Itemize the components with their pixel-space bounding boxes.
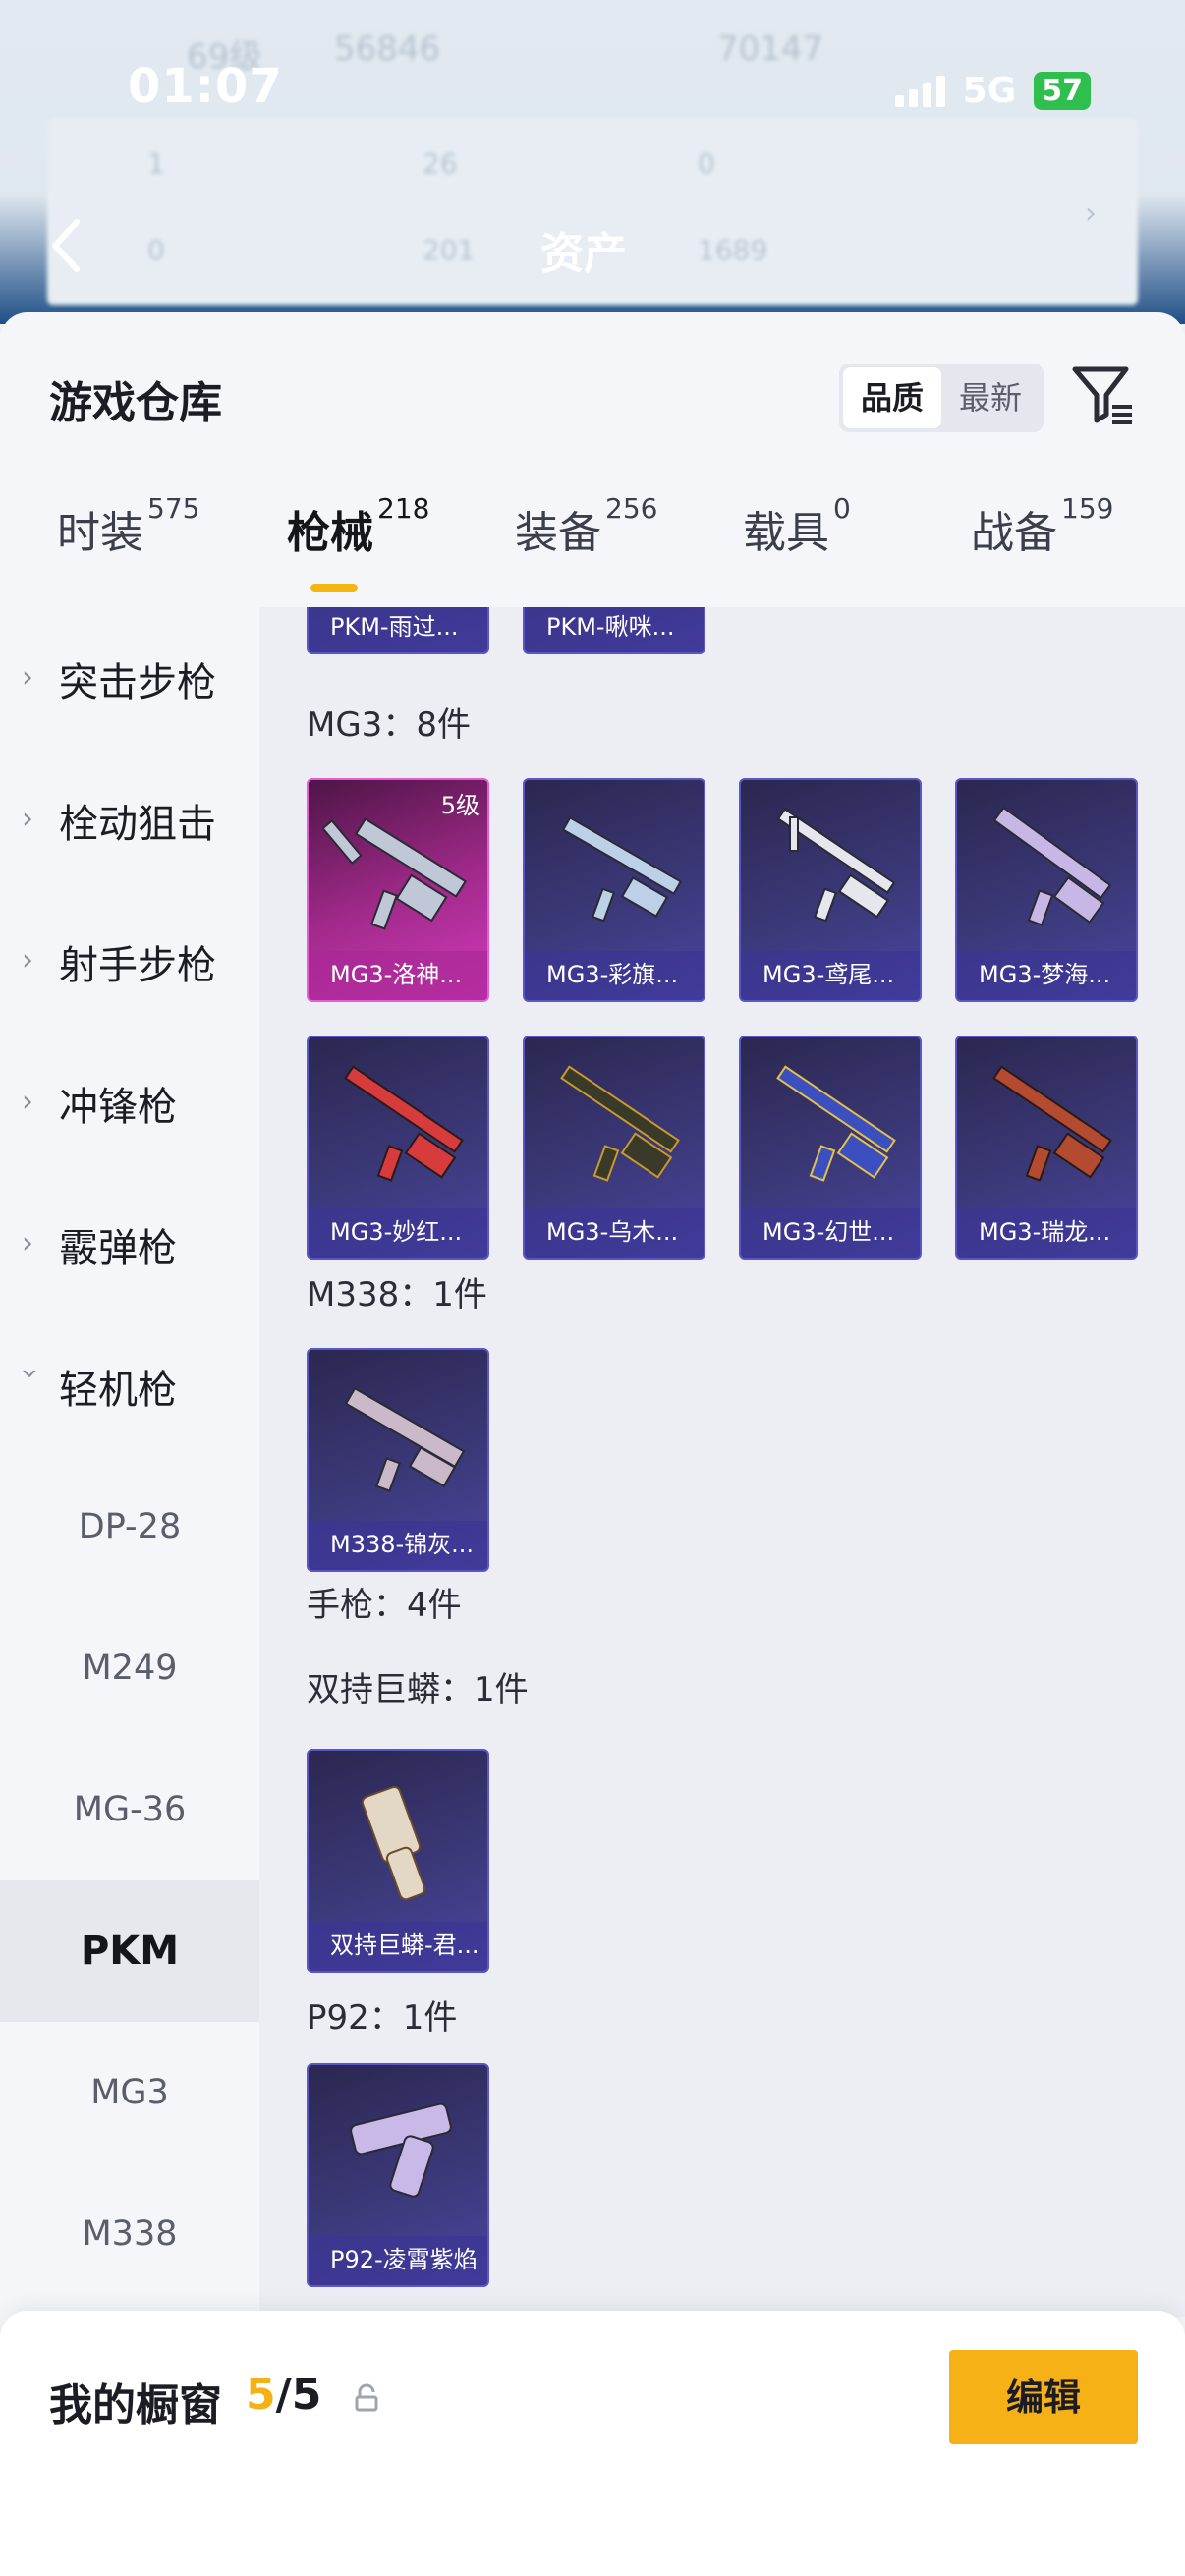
showcase-title: 我的橱窗 [49, 2380, 222, 2431]
gun-icon [776, 1065, 896, 1182]
bg-stat-6: 1689 [698, 234, 768, 266]
chevron-right-icon: › [22, 1226, 33, 1260]
group-title-m338: M338：1件 [307, 1275, 487, 1315]
pistol-icon [350, 2102, 452, 2198]
game-warehouse-sheet: 游戏仓库 品质 最新 时装 575 枪械 218 装备 256 载具 0 战备 159 › [0, 312, 1185, 2576]
sidebar-item-lmg[interactable]: › 轻机枪 [0, 1315, 259, 1456]
tab-active-indicator [310, 584, 358, 592]
group-title-p92: P92：1件 [307, 1998, 458, 2038]
group-title-pistol: 手枪：4件 [307, 1586, 462, 1625]
item-card-mg3-2[interactable]: MG3-彩旗... [523, 778, 705, 1002]
item-card-mg3-4[interactable]: MG3-梦海... [955, 778, 1138, 1002]
gun-icon [776, 808, 896, 923]
sidebar-item-bolt-sniper[interactable]: › 栓动狙击 [0, 749, 259, 890]
showcase-bar: 我的橱窗 5/5 编辑 [0, 2311, 1185, 2576]
gun-icon [322, 817, 468, 930]
sidebar-sub-m249[interactable]: M249 [0, 1597, 259, 1739]
item-card-mg3-3[interactable]: MG3-鸢尾... [739, 778, 922, 1002]
bg-points: 70147 [717, 29, 824, 69]
chevron-down-icon: › [13, 1368, 47, 1379]
weapon-sidebar: › 突击步枪 › 栓动狙击 › 射手步枪 › 冲锋枪 › 霰弹枪 › 轻机枪 D… [0, 607, 259, 2317]
tab-fashion[interactable]: 时装 575 [57, 492, 199, 560]
tab-supplies[interactable]: 战备 159 [971, 492, 1113, 560]
tab-vehicles[interactable]: 载具 0 [743, 492, 851, 560]
tab-guns[interactable]: 枪械 218 [287, 492, 429, 560]
gun-icon [344, 1386, 466, 1492]
item-card-pkm-1[interactable]: PKM-雨过... [307, 607, 489, 654]
lock-icon [355, 2383, 378, 2412]
showcase-count: 5/5 [246, 2370, 322, 2420]
page-title: 资产 [540, 229, 627, 279]
bg-stat-1: 1 [147, 147, 165, 180]
item-card-mg3-6[interactable]: MG3-乌木... [523, 1036, 705, 1260]
group-title-python: 双持巨蟒：1件 [307, 1670, 529, 1709]
gun-icon [561, 816, 683, 923]
signal-icon [894, 75, 945, 107]
sidebar-item-marksman[interactable]: › 射手步枪 [0, 890, 259, 1032]
edit-button[interactable]: 编辑 [949, 2350, 1138, 2444]
chevron-right-icon: › [22, 1085, 33, 1119]
sidebar-sub-pkm[interactable]: PKM [0, 1880, 259, 2022]
battery-icon: 57 [1034, 72, 1091, 110]
sidebar-item-smg[interactable]: › 冲锋枪 [0, 1032, 259, 1173]
item-card-mg3-8[interactable]: MG3-瑞龙... [955, 1036, 1138, 1260]
tab-equipment[interactable]: 装备 256 [515, 492, 657, 560]
sort-newest-button[interactable]: 最新 [941, 367, 1040, 428]
sidebar-sub-mg36[interactable]: MG-36 [0, 1739, 259, 1880]
chevron-right-icon: › [22, 802, 33, 836]
chevron-right-icon: › [22, 943, 33, 978]
bg-coins: 56846 [334, 29, 441, 69]
gun-icon [344, 1065, 464, 1182]
pistol-icon [361, 1785, 426, 1901]
level-badge: 5级 [440, 792, 480, 819]
gun-icon [560, 1065, 680, 1182]
sidebar-sub-dp28[interactable]: DP-28 [0, 1456, 259, 1597]
item-card-python-1[interactable]: 双持巨蟒-君... [307, 1749, 489, 1973]
status-indicators: 5G 57 [894, 71, 1091, 111]
sidebar-item-shotgun[interactable]: › 霰弹枪 [0, 1173, 259, 1315]
sidebar-sub-m338[interactable]: M338 [0, 2163, 259, 2305]
sort-toggle: 品质 最新 [839, 364, 1044, 432]
sort-quality-button[interactable]: 品质 [843, 367, 941, 428]
item-card-pkm-2[interactable]: PKM-啾咪... [523, 607, 705, 654]
bg-stat-2: 26 [423, 147, 458, 180]
item-card-mg3-1[interactable]: 5级 MG3-洛神... [307, 778, 489, 1002]
item-grid: PKM-雨过... PKM-啾咪... MG3：8件 5级 MG3-洛神... [259, 607, 1185, 2317]
back-icon[interactable] [47, 216, 86, 275]
sidebar-sub-mg3[interactable]: MG3 [0, 2022, 259, 2163]
network-type: 5G [962, 71, 1017, 111]
gun-icon [992, 806, 1112, 926]
category-tabs: 时装 575 枪械 218 装备 256 载具 0 战备 159 [0, 492, 1185, 605]
item-card-m338-1[interactable]: M338-锦灰... [307, 1348, 489, 1572]
item-card-p92-1[interactable]: P92-凌霄紫焰 [307, 2063, 489, 2287]
item-card-mg3-7[interactable]: MG3-幻世... [739, 1036, 922, 1260]
status-time: 01:07 [128, 59, 283, 114]
chevron-right-icon: › [22, 660, 33, 695]
bg-stat-5: 201 [423, 234, 476, 266]
sidebar-item-assault-rifle[interactable]: › 突击步枪 [0, 607, 259, 749]
warehouse-title: 游戏仓库 [49, 378, 222, 428]
bg-stat-4: 0 [147, 234, 165, 266]
filter-icon[interactable] [1071, 364, 1134, 428]
asset-header: 69级 56846 70147 1 26 0 0 201 1689 01:07 … [0, 0, 1185, 324]
gun-icon [992, 1065, 1112, 1182]
group-title-mg3: MG3：8件 [307, 705, 471, 745]
bg-stat-3: 0 [698, 147, 715, 180]
chevron-right-icon: › [1085, 196, 1097, 231]
item-card-mg3-5[interactable]: MG3-妙红... [307, 1036, 489, 1260]
